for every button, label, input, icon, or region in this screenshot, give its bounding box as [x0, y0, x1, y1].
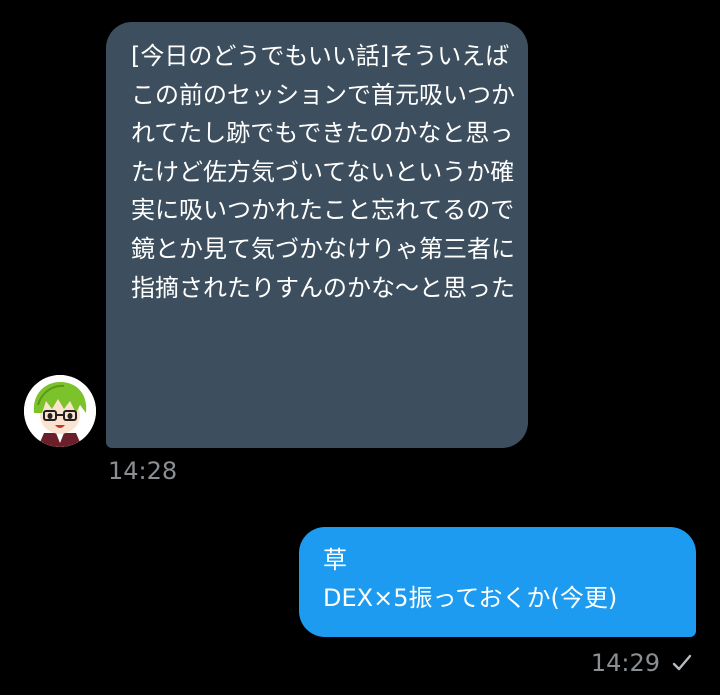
outgoing-message-status: 14:29	[591, 648, 692, 678]
contact-avatar[interactable]	[24, 375, 96, 447]
outgoing-message-time: 14:29	[590, 649, 660, 677]
checkmark-icon	[672, 654, 692, 671]
outgoing-message-bubble[interactable]: 草 DEX×5振っておくか(今更)	[299, 527, 696, 637]
incoming-message-time: 14:28	[108, 457, 178, 485]
incoming-message-bubble[interactable]: [今日のどうでもいい話]そういえばこの前のセッションで首元吸いつかれてたし跡でも…	[106, 22, 528, 448]
green-haired-character-avatar-icon	[24, 375, 96, 447]
